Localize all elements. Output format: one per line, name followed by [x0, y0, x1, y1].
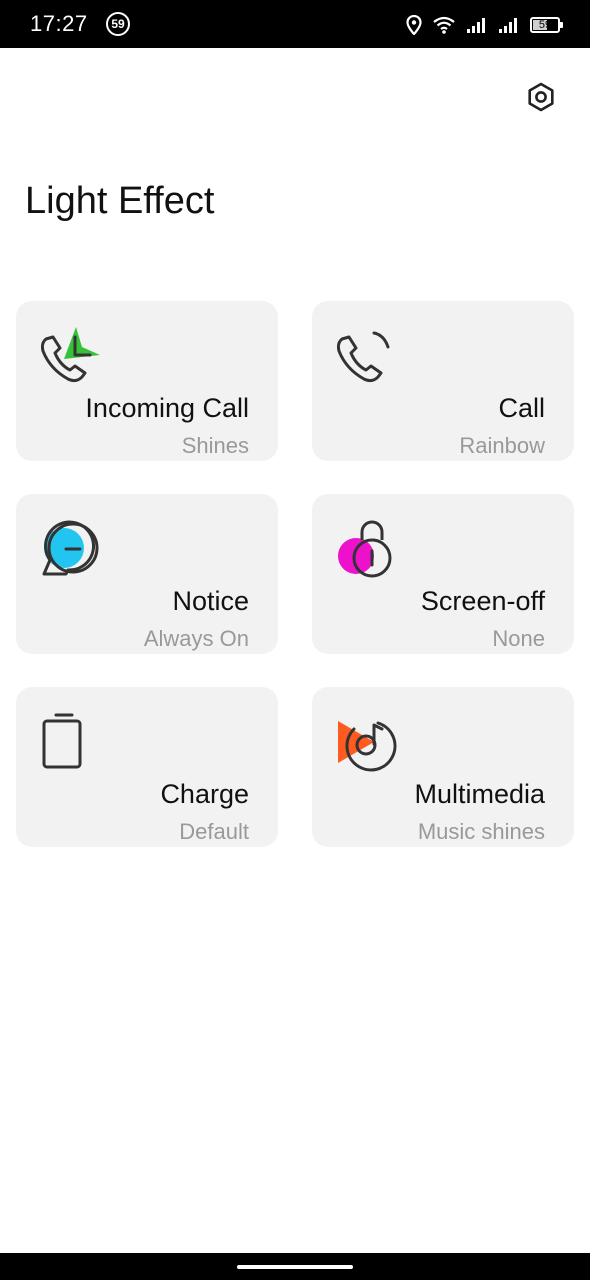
card-subtitle: Shines: [181, 433, 249, 458]
status-bar: 17:27 59 59: [0, 0, 590, 48]
card-subtitle: None: [492, 626, 545, 651]
signal-icon: [466, 16, 488, 34]
status-time: 17:27: [30, 11, 88, 36]
card-charge[interactable]: Charge Default: [16, 687, 278, 847]
notice-icon: [38, 518, 102, 582]
status-icons: 59: [406, 12, 563, 38]
wifi-icon: [432, 15, 456, 35]
card-subtitle: Default: [179, 819, 249, 844]
card-title: Charge: [160, 779, 249, 809]
card-title: Call: [498, 393, 545, 423]
location-icon: [406, 15, 422, 35]
card-title: Incoming Call: [85, 393, 249, 423]
battery-nub: [560, 22, 563, 28]
home-indicator[interactable]: [237, 1265, 353, 1269]
call-icon: [334, 325, 398, 389]
notification-count-badge: 59: [106, 12, 130, 36]
card-screen-off[interactable]: Screen-off None: [312, 494, 574, 654]
card-incoming-call[interactable]: Incoming Call Shines: [16, 301, 278, 461]
lock-icon: [334, 518, 398, 582]
battery-icon: 59: [530, 17, 563, 33]
card-subtitle: Music shines: [417, 819, 545, 844]
music-icon: [334, 711, 398, 775]
card-subtitle: Rainbow: [459, 433, 545, 458]
settings-button[interactable]: [522, 80, 560, 118]
incoming-call-icon: [38, 325, 102, 389]
card-title: Screen-off: [420, 586, 545, 616]
card-title: Multimedia: [414, 779, 545, 809]
battery-level: 59: [538, 19, 552, 31]
card-title: Notice: [172, 586, 249, 616]
navigation-bar: [0, 1253, 590, 1280]
card-call[interactable]: Call Rainbow: [312, 301, 574, 461]
card-subtitle: Always On: [143, 626, 249, 651]
card-notice[interactable]: Notice Always On: [16, 494, 278, 654]
battery-icon: [38, 711, 102, 775]
card-multimedia[interactable]: Multimedia Music shines: [312, 687, 574, 847]
signal-icon: [498, 16, 520, 34]
page-title: Light Effect: [25, 180, 215, 222]
settings-icon: [526, 82, 556, 117]
